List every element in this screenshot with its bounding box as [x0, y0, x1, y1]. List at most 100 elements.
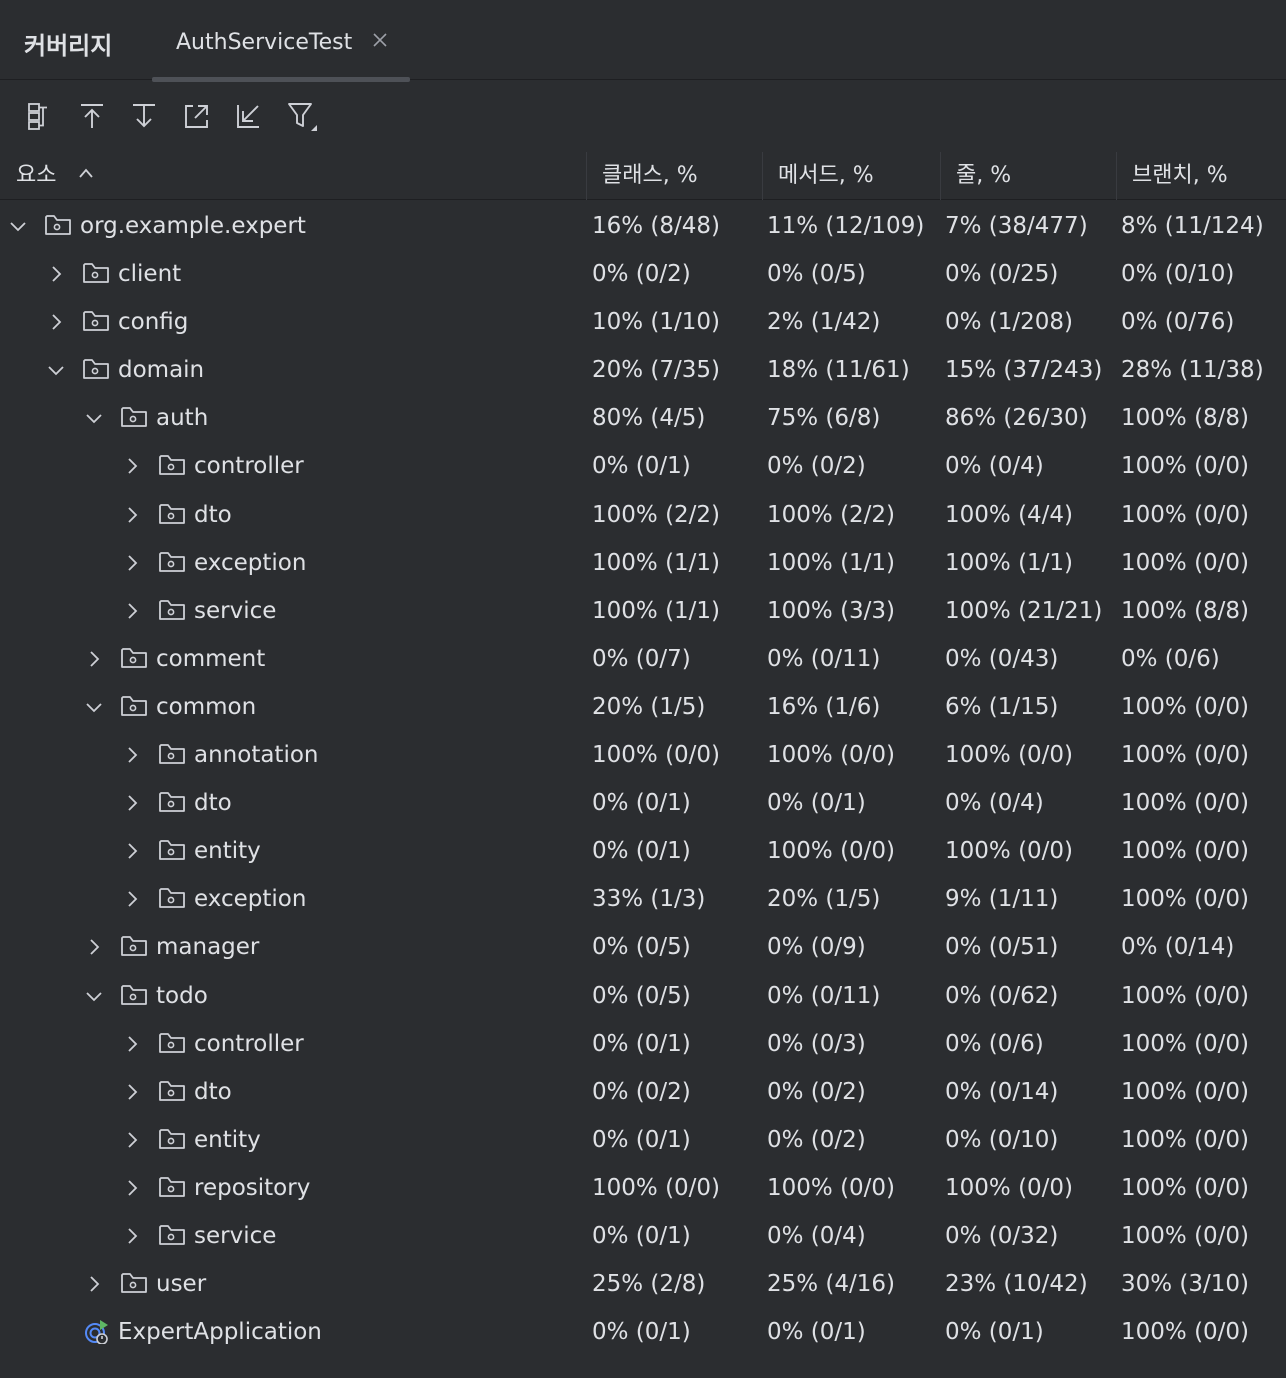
package-folder-icon [121, 647, 147, 668]
method-coverage: 0% (0/5) [767, 261, 866, 288]
column-method[interactable]: 메서드, % [762, 152, 940, 200]
chevron-right-icon[interactable] [122, 1034, 142, 1054]
table-row[interactable]: client 0% (0/2) 0% (0/5) 0% (0/25) 0% (0/10) [0, 252, 1286, 300]
chevron-down-icon[interactable] [46, 360, 66, 380]
package-folder-icon [159, 840, 185, 861]
method-coverage: 2% (1/42) [767, 309, 881, 336]
line-coverage: 6% (1/15) [945, 693, 1059, 720]
line-coverage: 0% (0/1) [945, 1319, 1044, 1346]
table-row[interactable]: exception 33% (1/3) 20% (1/5) 9% (1/11) 100%… [0, 877, 1286, 925]
table-row[interactable]: annotation 100% (0/0) 100% (0/0) 100% (0/0)… [0, 733, 1286, 781]
table-row[interactable]: repository 100% (0/0) 100% (0/0) 100% (0/0)… [0, 1166, 1286, 1214]
column-element[interactable]: 요소 [0, 152, 586, 200]
table-row[interactable]: controller 0% (0/1) 0% (0/2) 0% (0/4) 100% (… [0, 444, 1286, 492]
import-icon [237, 105, 259, 128]
element-name: exception [194, 886, 307, 913]
chevron-right-icon[interactable] [122, 1130, 142, 1150]
branch-coverage: 0% (0/14) [1121, 934, 1235, 961]
close-icon[interactable] [370, 30, 390, 50]
table-row[interactable]: manager 0% (0/5) 0% (0/9) 0% (0/51) 0% (0/14… [0, 925, 1286, 973]
chevron-right-icon[interactable] [122, 841, 142, 861]
element-name: entity [194, 838, 261, 865]
chevron-right-icon[interactable] [84, 1274, 104, 1294]
chevron-right-icon[interactable] [122, 456, 142, 476]
table-row[interactable]: org.example.expert 16% (8/48) 11% (12/109)… [0, 204, 1286, 252]
chevron-right-icon[interactable] [122, 889, 142, 909]
chevron-right-icon[interactable] [122, 1226, 142, 1246]
table-row[interactable]: service 0% (0/1) 0% (0/4) 0% (0/32) 100% (0/… [0, 1214, 1286, 1262]
chevron-right-icon[interactable] [84, 937, 104, 957]
line-coverage: 9% (1/11) [945, 886, 1059, 913]
table-row[interactable]: dto 0% (0/1) 0% (0/1) 0% (0/4) 100% (0/0) [0, 781, 1286, 829]
flatten-packages-icon [28, 103, 47, 130]
class-coverage: 100% (1/1) [592, 549, 721, 576]
branch-coverage: 100% (8/8) [1121, 405, 1250, 432]
class-coverage: 0% (0/1) [592, 1319, 691, 1346]
export-button[interactable] [178, 98, 214, 134]
chevron-right-icon[interactable] [46, 264, 66, 284]
column-line[interactable]: 줄, % [940, 152, 1116, 200]
column-class[interactable]: 클래스, % [586, 152, 762, 200]
class-coverage: 100% (2/2) [592, 501, 721, 528]
line-coverage: 23% (10/42) [945, 1271, 1088, 1298]
flatten-packages-button[interactable] [20, 98, 56, 134]
table-row[interactable]: exception 100% (1/1) 100% (1/1) 100% (1/1) 1… [0, 541, 1286, 589]
element-name: common [156, 693, 257, 720]
branch-coverage: 100% (8/8) [1121, 597, 1250, 624]
table-row[interactable]: entity 0% (0/1) 0% (0/2) 0% (0/10) 100% (0/0… [0, 1118, 1286, 1166]
chevron-right-icon[interactable] [122, 793, 142, 813]
chevron-down-icon[interactable] [8, 216, 28, 236]
chevron-right-icon[interactable] [46, 312, 66, 332]
element-name: controller [194, 1030, 304, 1057]
filter-button[interactable] [284, 98, 320, 134]
chevron-right-icon[interactable] [122, 745, 142, 765]
class-coverage: 0% (0/1) [592, 790, 691, 817]
chevron-right-icon[interactable] [122, 553, 142, 573]
table-row[interactable]: service 100% (1/1) 100% (3/3) 100% (21/21) 1… [0, 589, 1286, 637]
table-row[interactable]: common 20% (1/5) 16% (1/6) 6% (1/15) 100% (0… [0, 685, 1286, 733]
line-coverage: 7% (38/477) [945, 213, 1088, 239]
chevron-right-icon[interactable] [84, 649, 104, 669]
line-coverage: 100% (0/0) [945, 742, 1074, 769]
table-row[interactable]: user 25% (2/8) 25% (4/16) 23% (10/42) 30% (3… [0, 1262, 1286, 1310]
table-row[interactable]: controller 0% (0/1) 0% (0/3) 0% (0/6) 100% (… [0, 1022, 1286, 1070]
column-class-label: 클래스, % [602, 163, 698, 188]
line-coverage: 0% (0/4) [945, 790, 1044, 817]
chevron-down-icon[interactable] [84, 408, 104, 428]
table-row[interactable]: comment 0% (0/7) 0% (0/11) 0% (0/43) 0% (0/6… [0, 637, 1286, 685]
package-folder-icon [159, 1176, 185, 1197]
element-name: service [194, 1222, 277, 1249]
chevron-right-icon[interactable] [122, 601, 142, 621]
export-icon [185, 105, 208, 128]
chevron-down-icon[interactable] [84, 697, 104, 717]
method-coverage: 100% (1/1) [767, 549, 896, 576]
method-coverage: 18% (11/61) [767, 357, 910, 384]
tab-authservicetest[interactable]: AuthServiceTest [152, 0, 410, 82]
table-row[interactable]: dto 0% (0/2) 0% (0/2) 0% (0/14) 100% (0/0) [0, 1070, 1286, 1118]
navigate-up-button[interactable] [74, 98, 110, 134]
navigate-down-button[interactable] [126, 98, 162, 134]
chevron-right-icon[interactable] [122, 505, 142, 525]
chevron-right-icon[interactable] [122, 1178, 142, 1198]
package-folder-icon [159, 888, 185, 909]
package-folder-icon [159, 1225, 185, 1245]
class-coverage: 25% (2/8) [592, 1271, 706, 1298]
table-row[interactable]: domain 20% (7/35) 18% (11/61) 15% (37/243) 2… [0, 348, 1286, 396]
table-row[interactable]: auth 80% (4/5) 75% (6/8) 86% (26/30) 100% (8… [0, 396, 1286, 444]
method-coverage: 0% (0/3) [767, 1030, 866, 1057]
chevron-down-icon[interactable] [84, 986, 104, 1006]
table-row[interactable]: dto 100% (2/2) 100% (2/2) 100% (4/4) 100% (0… [0, 493, 1286, 541]
table-row[interactable]: config 10% (1/10) 2% (1/42) 0% (1/208) 0% (0… [0, 300, 1286, 348]
column-branch[interactable]: 브랜치, % [1116, 152, 1286, 200]
table-row[interactable]: ExpertApplication 0% (0/1) 0% (0/1) 0% (0/1… [0, 1310, 1286, 1358]
class-coverage: 0% (0/5) [592, 982, 691, 1009]
table-row[interactable]: todo 0% (0/5) 0% (0/11) 0% (0/62) 100% (0/0) [0, 974, 1286, 1022]
class-coverage: 0% (0/7) [592, 645, 691, 672]
branch-coverage: 100% (0/0) [1121, 886, 1250, 913]
branch-coverage: 0% (0/6) [1121, 645, 1220, 672]
table-row[interactable]: entity 0% (0/1) 100% (0/0) 100% (0/0) 100% (… [0, 829, 1286, 877]
element-name: repository [194, 1174, 311, 1201]
line-coverage: 100% (21/21) [945, 597, 1103, 624]
chevron-right-icon[interactable] [122, 1082, 142, 1102]
import-button[interactable] [230, 98, 266, 134]
